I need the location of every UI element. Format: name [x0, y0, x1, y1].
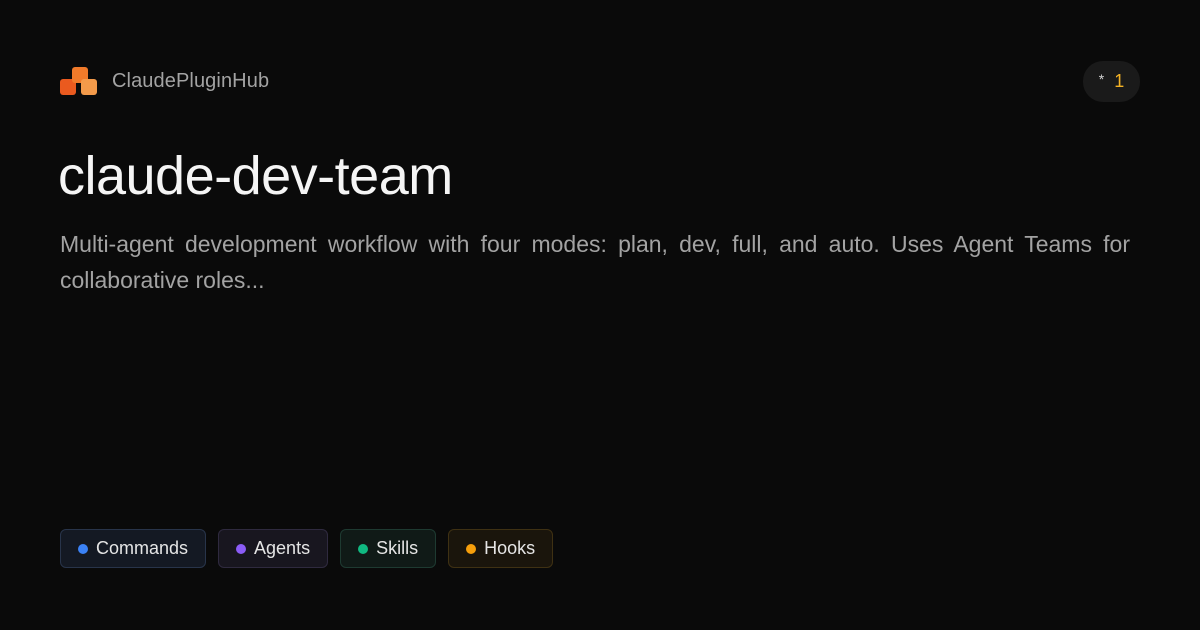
brand[interactable]: ClaudePluginHub — [60, 63, 269, 99]
star-count-badge: * 1 — [1083, 61, 1140, 102]
star-icon: * — [1098, 70, 1105, 87]
tag-label: Agents — [254, 538, 311, 558]
logo-icon — [60, 66, 98, 96]
tag-label: Skills — [376, 538, 419, 558]
tag-agents: Agents — [218, 529, 329, 568]
tag-hooks: Hooks — [448, 529, 554, 568]
plugin-title: claude-dev-team — [58, 146, 453, 206]
feature-tags: Commands Agents Skills Hooks — [60, 529, 554, 568]
agents-dot-icon — [236, 543, 247, 554]
tag-label: Hooks — [484, 538, 536, 558]
star-count: 1 — [1114, 71, 1125, 91]
brand-name: ClaudePluginHub — [112, 69, 270, 92]
tag-commands: Commands — [60, 529, 207, 568]
tag-skills: Skills — [340, 529, 437, 568]
hooks-dot-icon — [466, 543, 477, 554]
skills-dot-icon — [358, 543, 369, 554]
plugin-description: Multi-agent development workflow with fo… — [60, 231, 1130, 293]
commands-dot-icon — [78, 543, 88, 554]
tag-label: Commands — [96, 538, 189, 558]
logo-square — [81, 79, 97, 95]
